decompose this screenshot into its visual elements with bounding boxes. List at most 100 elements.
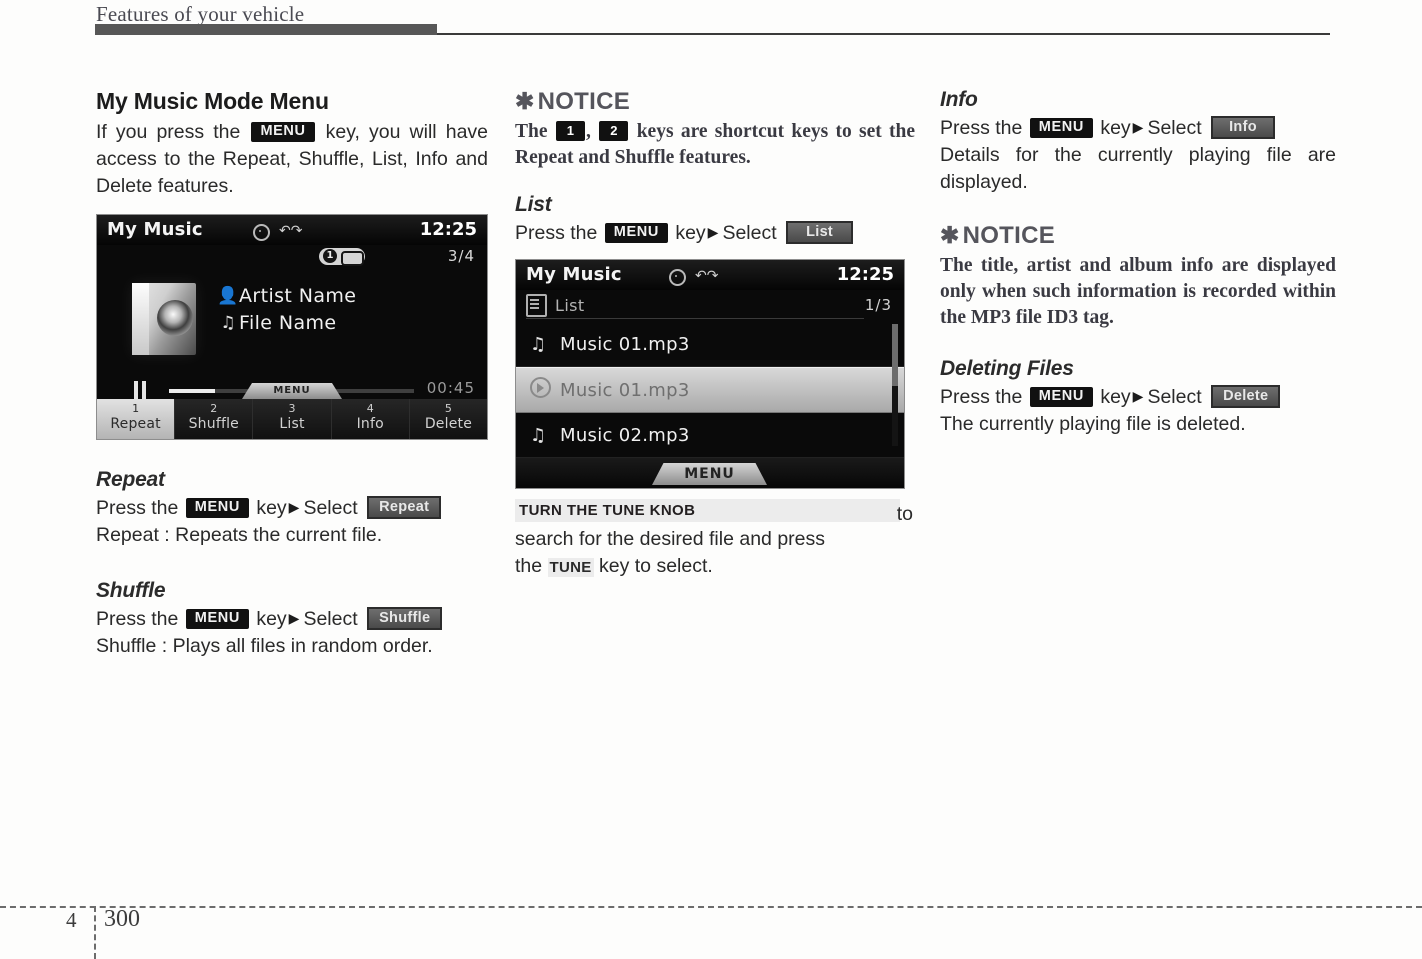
soft-key-label: List (279, 416, 305, 432)
soft-button-shuffle: Shuffle (367, 607, 443, 630)
list-section: List Press the MENU key ▶ Select List (515, 193, 915, 247)
repeat-instruction: Press the MENU key ▶ Select Repeat (96, 494, 488, 522)
delete-description: The currently playing file is deleted. (940, 413, 1246, 435)
menu-key-chip: MENU (185, 609, 249, 629)
list-item-selected[interactable]: Music 01.mp3 (516, 367, 904, 413)
column-middle: ✱ NOTICE The 1, 2 keys are shortcut keys … (515, 88, 915, 581)
arrow-right-icon: ▶ (1132, 119, 1144, 135)
soft-key-label: Repeat (110, 416, 161, 432)
soft-key-list[interactable]: 3 List (252, 399, 330, 439)
subheading-deleting-files: Deleting Files (940, 357, 1074, 380)
shuffle-description: Shuffle : Plays all files in random orde… (96, 635, 433, 657)
press-the-text: Press the (515, 222, 598, 244)
asterisk-icon: ✱ (515, 88, 535, 114)
select-text: Select (303, 497, 358, 519)
subheading-repeat: Repeat (96, 468, 165, 491)
player-menu-tab: MENU (242, 383, 342, 399)
knob-line-3: the TUNE key to select. (515, 553, 915, 581)
soft-key-number: 5 (444, 402, 452, 415)
list-item-label: Music 02.mp3 (560, 424, 690, 446)
intro-pre-text: If you press the (96, 121, 241, 143)
knob-to-text: to (896, 503, 913, 525)
info-description: Details for the currently playing file a… (940, 144, 1336, 193)
file-row: ♫ File Name (217, 312, 356, 334)
asterisk-icon: ✱ (940, 222, 960, 248)
notice-heading-shortcuts: ✱ NOTICE (515, 88, 915, 116)
player-soft-key-bar: 1 Repeat 2 Shuffle 3 List 4 Info 5 Delet… (97, 399, 487, 439)
footer-page-number: 300 (104, 906, 140, 932)
soft-key-label: Delete (424, 416, 473, 432)
my-music-list-screenshot: My Music ↶↷ 12:25 List 1/3 ♫ Music 01.mp… (515, 259, 905, 489)
soft-key-number: 1 (132, 402, 140, 415)
deleting-files-section: Deleting Files Press the MENU key ▶ Select… (940, 357, 1336, 438)
notice-label: NOTICE (537, 88, 631, 115)
delete-instruction: Press the MENU key ▶ Select Delete (940, 383, 1336, 411)
player-metadata: 👤 Artist Name ♫ File Name (217, 285, 356, 339)
manual-page: Features of your vehicle My Music Mode M… (0, 0, 1422, 959)
notice-heading-id3: ✱ NOTICE (940, 222, 1336, 250)
arrow-right-icon: ▶ (288, 499, 300, 515)
list-item-label: Music 01.mp3 (560, 333, 690, 355)
notice-comma: , (586, 121, 591, 142)
shuffle-instruction: Press the MENU key ▶ Select Shuffle (96, 605, 488, 633)
press-the-text: Press the (940, 386, 1023, 408)
soft-key-number: 4 (366, 402, 374, 415)
list-item-label: Music 01.mp3 (560, 379, 690, 401)
usb-icon: ↶↷ (695, 268, 719, 284)
my-music-player-screenshot: My Music ↶↷ 12:25 1 3/4 👤 Artist Name ♫ … (96, 214, 488, 440)
key-text: key (1100, 386, 1131, 408)
elapsed-time: 00:45 (426, 379, 475, 397)
list-item[interactable]: ♫ Music 02.mp3 (516, 413, 904, 458)
list-subheader: List (526, 294, 585, 317)
footer-dashed-rule (0, 906, 1422, 908)
repeat-one-badge: 1 (319, 248, 365, 266)
menu-key-chip: MENU (185, 498, 249, 518)
arrow-right-icon: ▶ (707, 224, 719, 240)
key-text: key (256, 497, 287, 519)
repeat-section: Repeat Press the MENU key ▶ Select Repeat … (96, 468, 488, 549)
list-page-counter: 1/3 (864, 296, 892, 314)
column-left: My Music Mode Menu If you press the MENU… (96, 88, 488, 660)
list-rows: ♫ Music 01.mp3 Music 01.mp3 ♫ Music 02.m… (516, 322, 904, 458)
list-title: My Music (526, 264, 622, 285)
footer-dashed-divider (94, 906, 96, 959)
footer-chapter-number: 4 (66, 908, 77, 932)
player-clock: 12:25 (419, 219, 477, 240)
arrow-right-icon: ▶ (1132, 388, 1144, 404)
music-note-icon: ♫ (530, 424, 547, 446)
usb-icon: ↶↷ (279, 223, 303, 239)
soft-key-info[interactable]: 4 Info (330, 399, 409, 439)
press-the-text: Press the (96, 608, 179, 630)
list-scrollbar[interactable] (892, 324, 898, 446)
list-subheader-label: List (555, 296, 585, 315)
repeat-loop-icon (341, 251, 364, 266)
soft-key-number: 2 (210, 402, 218, 415)
key-text: key (1100, 117, 1131, 139)
tune-knob-instruction: TURN THE TUNE KNOB to search for the des… (515, 499, 915, 581)
soft-key-shuffle[interactable]: 2 Shuffle (174, 399, 252, 439)
album-art (132, 283, 196, 355)
list-item[interactable]: ♫ Music 01.mp3 (516, 322, 904, 367)
repeat-one-number: 1 (323, 249, 337, 263)
artist-row: 👤 Artist Name (217, 285, 356, 307)
tune-key-chip: TUNE (547, 558, 594, 577)
knob-line3-post: key to select. (599, 555, 713, 577)
soft-key-delete[interactable]: 5 Delete (408, 399, 487, 439)
list-divider (526, 318, 864, 319)
select-text: Select (1147, 386, 1202, 408)
menu-key-chip: MENU (1029, 387, 1093, 407)
subheading-list: List (515, 193, 552, 216)
player-track-counter: 3/4 (447, 247, 475, 265)
column-right: Info Press the MENU key ▶ Select Info Deta… (940, 88, 1336, 438)
soft-key-label: Info (356, 416, 384, 432)
scrollbar-thumb[interactable] (892, 324, 898, 386)
artist-name: Artist Name (239, 285, 357, 307)
press-the-text: Press the (940, 117, 1023, 139)
key-text: key (675, 222, 706, 244)
soft-button-delete: Delete (1211, 385, 1281, 408)
list-menu-tab[interactable]: MENU (652, 463, 767, 485)
list-instruction: Press the MENU key ▶ Select List (515, 219, 915, 247)
soft-key-repeat[interactable]: 1 Repeat (97, 399, 175, 439)
subheading-shuffle: Shuffle (96, 579, 166, 602)
file-name: File Name (239, 312, 337, 334)
